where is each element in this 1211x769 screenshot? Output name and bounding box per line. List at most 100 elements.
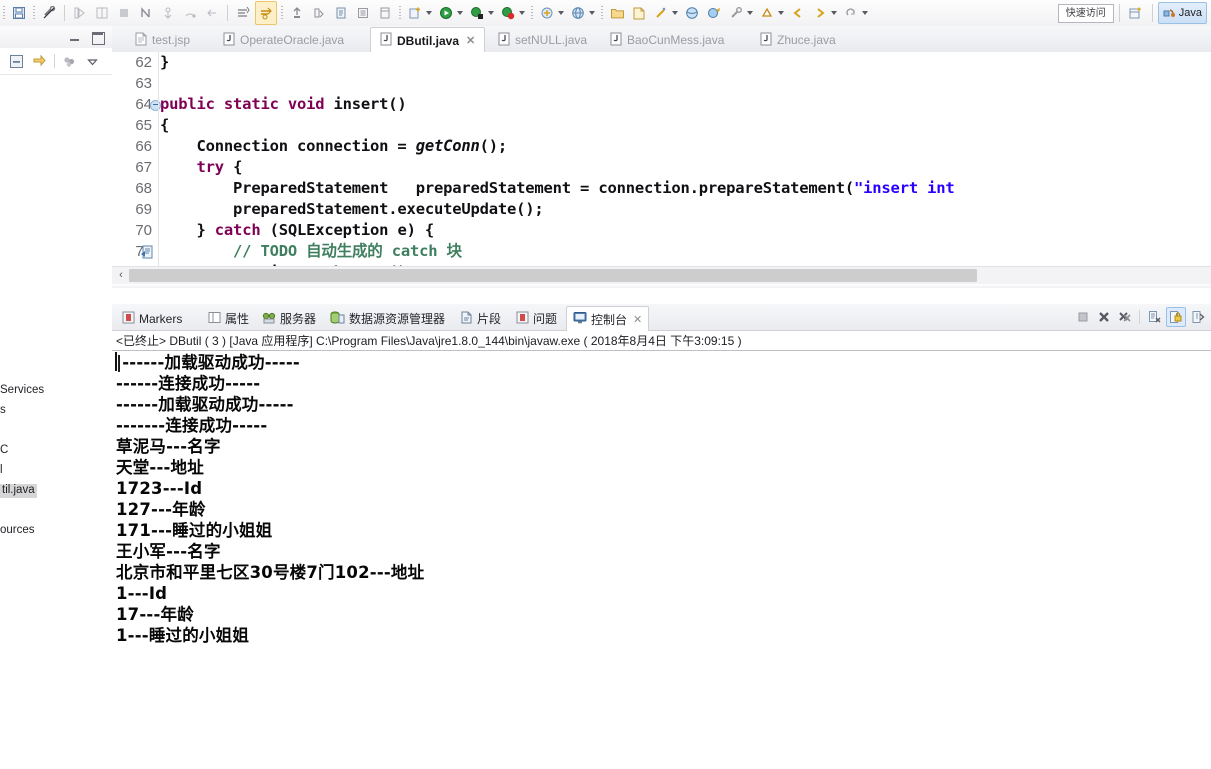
debug-as-icon[interactable] <box>467 2 487 24</box>
panel-tab-problems[interactable]: 问题 <box>510 307 563 330</box>
perspective-add-icon[interactable] <box>757 2 777 24</box>
java-file-icon <box>610 32 622 49</box>
clear-console-icon[interactable] <box>1145 308 1163 326</box>
panel-tab-datasource[interactable]: 数据源资源管理器 <box>324 307 451 330</box>
toolbar-drag-handle-2[interactable] <box>32 5 36 21</box>
editor-horizontal-scrollbar[interactable]: ‹ <box>112 266 1211 284</box>
new-wizard-icon[interactable] <box>233 2 253 24</box>
panel-tab-label: 服务器 <box>280 312 317 326</box>
tree-item[interactable]: ources <box>0 524 35 537</box>
run-icon[interactable] <box>70 2 90 24</box>
step-over-icon[interactable] <box>180 2 200 24</box>
panel-tab-markers[interactable]: Markers <box>116 307 188 330</box>
globe2-icon[interactable] <box>682 2 702 24</box>
show-view-icon[interactable] <box>375 2 395 24</box>
console-output[interactable]: |------加载驱动成功----- ------连接成功----- ------加… <box>112 350 1211 769</box>
chevron-down-icon-5[interactable] <box>558 11 564 15</box>
link-with-editor-icon[interactable] <box>31 53 48 70</box>
chevron-down-icon-6[interactable] <box>589 11 595 15</box>
editor-tab-operateoracle-java[interactable]: OperateOracle.java <box>214 28 353 52</box>
panel-tab-servers[interactable]: 服务器 <box>256 307 322 330</box>
line-number: 70 <box>135 222 152 239</box>
globe-icon[interactable] <box>568 2 588 24</box>
editor-code-area[interactable]: } public static void insert() { Connecti… <box>160 52 1211 266</box>
step-into-icon[interactable] <box>158 2 178 24</box>
search-icon[interactable] <box>287 2 307 24</box>
chevron-down-icon-11[interactable] <box>862 11 868 15</box>
link-icon[interactable] <box>39 2 59 24</box>
chevron-down-icon-2[interactable] <box>457 11 463 15</box>
panel-tab-properties[interactable]: 属性 <box>202 307 255 330</box>
open-perspective-icon[interactable] <box>1126 2 1146 24</box>
spanner-icon[interactable] <box>726 2 746 24</box>
toolbar-drag-handle-5[interactable] <box>530 5 534 21</box>
editor-gutter[interactable]: 6263646566676869707172 <box>112 52 161 284</box>
open-resource-icon[interactable] <box>353 2 373 24</box>
panel-tab-console[interactable]: 控制台 ✕ <box>566 306 650 331</box>
editor-tab-dbutil-java[interactable]: DButil.java ✕ <box>370 27 486 53</box>
quick-access-input[interactable]: 快速访问 <box>1057 3 1114 23</box>
pin-console-icon[interactable] <box>1189 308 1207 326</box>
view-menu-icon[interactable] <box>84 53 101 70</box>
stop-icon[interactable] <box>114 2 134 24</box>
chevron-down-icon-10[interactable] <box>831 11 837 15</box>
chevron-down-icon-8[interactable] <box>747 11 753 15</box>
run-server-icon[interactable] <box>498 2 518 24</box>
toolbar-drag-handle-6[interactable] <box>600 5 604 21</box>
tree-item[interactable]: s <box>0 404 6 417</box>
chevron-down-icon[interactable] <box>426 11 432 15</box>
chevron-down-icon-7[interactable] <box>672 11 678 15</box>
remove-launch-icon[interactable] <box>1095 308 1113 326</box>
editor-tab-baocunmess-java[interactable]: BaoCunMess.java <box>601 28 733 52</box>
open-type-icon[interactable] <box>309 2 329 24</box>
maximize-icon[interactable] <box>91 31 105 45</box>
toolbar-drag-handle[interactable] <box>2 5 6 21</box>
skip-breakpoints-icon[interactable] <box>136 2 156 24</box>
todo-task-icon[interactable] <box>141 245 154 259</box>
panel-tab-snippets[interactable]: 片段 <box>454 307 507 330</box>
editor-tab-zhuce-java[interactable]: Zhuce.java <box>751 28 845 52</box>
java-editor[interactable]: 6263646566676869707172 } public static v… <box>112 52 1211 284</box>
scroll-left-icon[interactable]: ‹ <box>114 268 128 282</box>
new-java-project-icon[interactable] <box>405 2 425 24</box>
editor-tab-setnull-java[interactable]: setNULL.java <box>489 28 596 52</box>
code-line-69: preparedStatement.executeUpdate(); <box>160 200 544 218</box>
chevron-down-icon-4[interactable] <box>519 11 525 15</box>
scroll-lock-icon[interactable] <box>1166 307 1186 327</box>
editor-tab-test-jsp[interactable]: test.jsp <box>126 28 199 52</box>
terminate-icon[interactable] <box>1074 308 1092 326</box>
new-file-icon[interactable] <box>629 2 649 24</box>
profile-icon[interactable] <box>704 2 724 24</box>
new-folder-icon[interactable] <box>607 2 627 24</box>
external-tools-icon[interactable] <box>255 1 277 25</box>
chevron-down-icon-3[interactable] <box>488 11 494 15</box>
panel-tab-label: 问题 <box>533 312 558 326</box>
collapse-all-icon[interactable] <box>8 53 25 70</box>
tree-item[interactable]: Services <box>0 384 44 397</box>
forward-icon[interactable] <box>810 2 830 24</box>
pin-icon[interactable] <box>841 2 861 24</box>
toolbar-drag-handle-3[interactable] <box>280 5 284 21</box>
save-icon[interactable] <box>9 2 29 24</box>
chevron-down-icon-9[interactable] <box>778 11 784 15</box>
perspective-java-button[interactable]: Java <box>1157 2 1207 24</box>
scrollbar-thumb[interactable] <box>129 269 977 282</box>
close-icon[interactable]: ✕ <box>633 313 642 326</box>
tree-item[interactable]: til.java <box>0 484 37 498</box>
tree-item[interactable]: l <box>0 464 3 477</box>
panel-sash[interactable] <box>112 284 1211 288</box>
open-task-icon[interactable] <box>331 2 351 24</box>
line-number: 66 <box>135 138 152 155</box>
tree-item[interactable]: C <box>0 444 8 457</box>
remove-all-launch-icon[interactable] <box>1116 308 1134 326</box>
back-icon[interactable] <box>788 2 808 24</box>
toolbar-drag-handle-4[interactable] <box>398 5 402 21</box>
wand-icon[interactable] <box>651 2 671 24</box>
step-return-icon[interactable] <box>202 2 222 24</box>
new-object-icon[interactable] <box>537 2 557 24</box>
close-icon[interactable]: ✕ <box>466 34 475 47</box>
filter-icon[interactable] <box>61 53 78 70</box>
run-as-icon[interactable] <box>436 2 456 24</box>
minimize-icon[interactable] <box>68 31 81 44</box>
debug-icon[interactable] <box>92 2 112 24</box>
